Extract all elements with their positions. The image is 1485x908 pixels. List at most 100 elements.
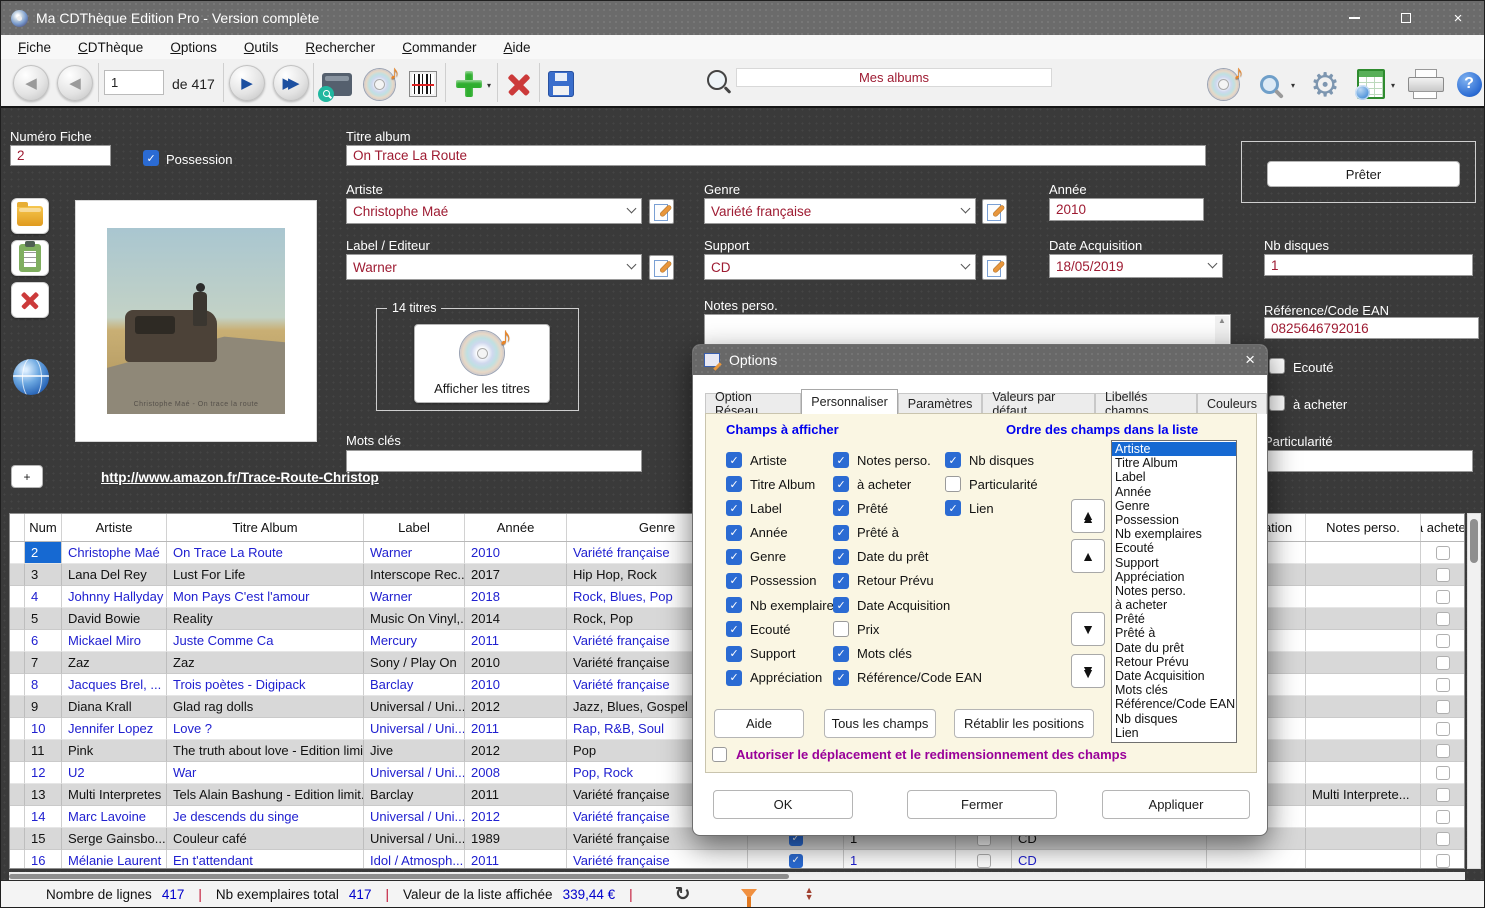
ok-button[interactable]: OK <box>713 790 853 819</box>
order-list-item[interactable]: Titre Album <box>1112 456 1236 470</box>
order-list-item[interactable]: Mots clés <box>1112 683 1236 697</box>
a_acheter-checkbox[interactable] <box>1436 568 1450 582</box>
column-header-num[interactable]: Num <box>25 514 62 541</box>
maximize-button[interactable] <box>1380 1 1432 35</box>
close-button[interactable]: × <box>1432 1 1484 35</box>
order-list-item[interactable]: Label <box>1112 470 1236 484</box>
fermer-button[interactable]: Fermer <box>907 790 1057 819</box>
print-button[interactable] <box>1405 67 1445 101</box>
move-down-button[interactable]: ▼ <box>1071 612 1105 646</box>
settings-button[interactable]: ⚙ <box>1307 67 1343 101</box>
titre-album-field[interactable]: On Trace La Route <box>346 145 1206 166</box>
a_acheter-checkbox[interactable] <box>1436 678 1450 692</box>
aide-button[interactable]: Aide <box>714 709 804 738</box>
a_acheter-checkbox[interactable] <box>1436 788 1450 802</box>
menu-item-fiche[interactable]: Fiche <box>18 40 51 55</box>
order-list-item[interactable]: Référence/Code EAN <box>1112 697 1236 711</box>
web-button[interactable] <box>13 359 49 395</box>
checkbox[interactable] <box>726 500 742 516</box>
particularite-field[interactable] <box>1264 450 1473 472</box>
paste-button[interactable] <box>11 240 49 276</box>
tab-libell-s-champs[interactable]: Libellés champs <box>1095 393 1197 414</box>
menu-item-options[interactable]: Options <box>170 40 217 55</box>
checkbox[interactable] <box>726 646 742 662</box>
checkbox[interactable] <box>726 476 742 492</box>
move-top-button[interactable]: ▲▲ <box>1071 499 1105 533</box>
chevron-down-icon[interactable] <box>627 260 637 270</box>
add-dropdown-caret[interactable]: ▾ <box>487 81 491 90</box>
chevron-down-icon[interactable] <box>961 204 971 214</box>
a_acheter-checkbox[interactable] <box>1436 590 1450 604</box>
minimize-button[interactable] <box>1328 1 1380 35</box>
amazon-link[interactable]: http://www.amazon.fr/Trace-Route-Christo… <box>101 470 379 485</box>
column-header-annee[interactable]: Année <box>465 514 567 541</box>
a_acheter-checkbox[interactable] <box>1436 744 1450 758</box>
checkbox[interactable] <box>726 452 742 468</box>
refresh-icon[interactable]: ↻ <box>675 883 691 906</box>
numero-fiche-field[interactable]: 2 <box>10 145 111 166</box>
a-acheter-checkbox[interactable] <box>1269 395 1285 411</box>
zoom-search-button[interactable] <box>1251 67 1287 101</box>
order-list-item[interactable]: Notes perso. <box>1112 584 1236 598</box>
label-editeur-combobox[interactable]: Warner <box>346 254 642 280</box>
order-list-item[interactable]: Possession <box>1112 513 1236 527</box>
checkbox[interactable] <box>726 573 742 589</box>
a_acheter-checkbox[interactable] <box>1436 656 1450 670</box>
order-list-item[interactable]: Lien <box>1112 726 1236 740</box>
help-button[interactable]: ? <box>1451 67 1485 101</box>
checkbox[interactable] <box>945 476 961 492</box>
afficher-titres-button[interactable]: ♪ Afficher les titres <box>414 324 550 403</box>
column-header-notes[interactable]: Notes perso. <box>1306 514 1421 541</box>
order-list-item[interactable]: Nb disques <box>1112 712 1236 726</box>
save-record-button[interactable] <box>543 67 579 101</box>
cd-info-button[interactable]: ♪ <box>361 67 397 101</box>
order-list-item[interactable]: Prêté <box>1112 612 1236 626</box>
ecoute-checkbox[interactable] <box>977 854 991 868</box>
mots-cles-field[interactable] <box>346 450 642 472</box>
checkbox[interactable] <box>726 549 742 565</box>
support-edit-button[interactable] <box>982 255 1007 280</box>
checkbox[interactable] <box>833 500 849 516</box>
checkbox[interactable] <box>726 597 742 613</box>
scrollbar-thumb[interactable] <box>1470 519 1478 563</box>
checkbox[interactable] <box>726 525 742 541</box>
tab-option-r-seau[interactable]: Option Réseau <box>705 393 801 414</box>
checkbox[interactable] <box>945 452 961 468</box>
column-header-ind[interactable] <box>10 514 25 541</box>
retablir-positions-button[interactable]: Rétablir les positions <box>954 709 1094 738</box>
tab-param-tres[interactable]: Paramètres <box>898 393 983 414</box>
player-button[interactable]: ♪ <box>1205 67 1241 101</box>
order-list-item[interactable]: à acheter <box>1112 598 1236 612</box>
search-screen-button[interactable] <box>319 67 355 101</box>
appliquer-button[interactable]: Appliquer <box>1102 790 1250 819</box>
order-list-item[interactable]: Appréciation <box>1112 570 1236 584</box>
move-up-button[interactable]: ▲ <box>1071 539 1105 573</box>
report-button[interactable] <box>1353 67 1389 101</box>
open-folder-button[interactable] <box>11 198 49 234</box>
checkbox[interactable] <box>833 549 849 565</box>
checkbox[interactable] <box>833 621 849 637</box>
checkbox[interactable] <box>945 500 961 516</box>
reference-ean-field[interactable]: 0825646792016 <box>1264 317 1479 339</box>
filter-funnel-icon[interactable] <box>741 889 757 899</box>
order-list-item[interactable]: Artiste <box>1112 442 1236 456</box>
field-order-listbox[interactable]: ArtisteTitre AlbumLabelAnnéeGenrePossess… <box>1111 440 1237 743</box>
report-dropdown-caret[interactable]: ▾ <box>1391 81 1395 90</box>
checkbox[interactable] <box>833 573 849 589</box>
chevron-down-icon[interactable] <box>1208 259 1218 269</box>
a_acheter-checkbox[interactable] <box>1436 612 1450 626</box>
column-header-label[interactable]: Label <box>364 514 465 541</box>
checkbox[interactable] <box>833 525 849 541</box>
order-list-item[interactable]: Support <box>1112 556 1236 570</box>
checkbox[interactable] <box>726 621 742 637</box>
artiste-edit-button[interactable] <box>649 199 674 224</box>
last-record-button[interactable]: ▶▶ <box>273 65 309 101</box>
menu-item-outils[interactable]: Outils <box>244 40 279 55</box>
scrollbar-thumb[interactable] <box>9 874 789 879</box>
allow-move-checkbox[interactable] <box>712 747 727 762</box>
a_acheter-checkbox[interactable] <box>1436 766 1450 780</box>
support-combobox[interactable]: CD <box>704 254 976 280</box>
order-list-item[interactable]: Date du prêt <box>1112 641 1236 655</box>
dialog-close-icon[interactable]: × <box>1245 350 1255 370</box>
possession-checkbox[interactable] <box>789 854 803 868</box>
